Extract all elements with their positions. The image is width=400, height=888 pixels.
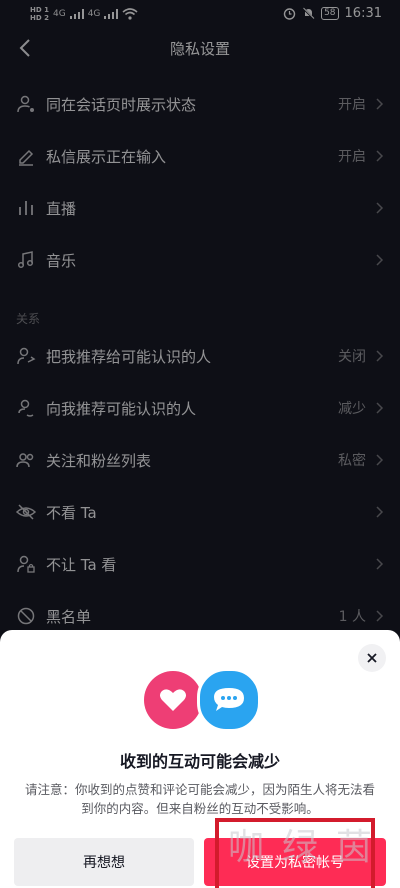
close-icon: [367, 653, 377, 663]
heart-icon: [160, 689, 186, 711]
chat-badge: [197, 668, 261, 732]
watermark-logo: 咖绿茵: [228, 827, 391, 868]
dialog-body: 请注意：你收到的点赞和评论可能会减少，因为陌生人将无法看到你的内容。但来自粉丝的…: [24, 782, 375, 816]
close-button[interactable]: [358, 644, 386, 672]
dialog-title: 收到的互动可能会减少: [119, 752, 280, 771]
heart-badge: [144, 671, 202, 729]
chat-bubble-icon: [214, 688, 244, 711]
cancel-button[interactable]: 再想想: [14, 838, 194, 886]
screen: HD 1 HD 2 4G 4G 58 16:31 隐私设置 同在会话页时展示状态…: [0, 0, 400, 888]
